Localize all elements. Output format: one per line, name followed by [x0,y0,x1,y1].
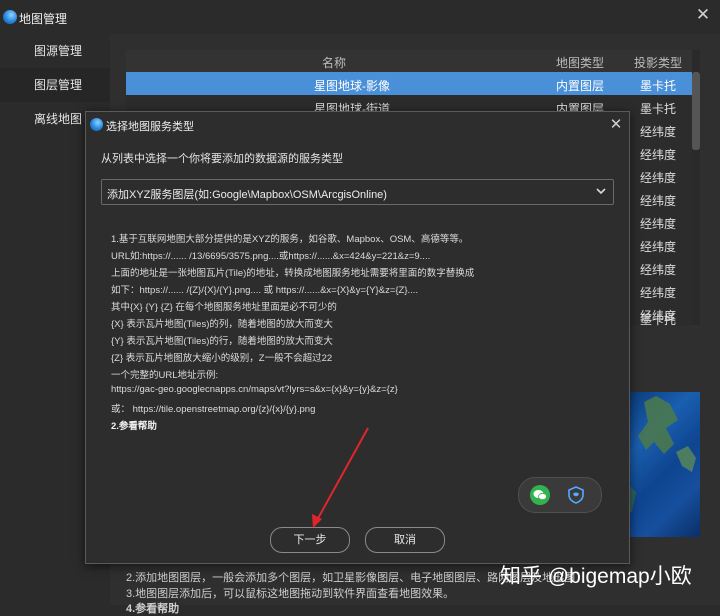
info-line: 一个完整的URL地址示例: [111,370,219,381]
cell-projection: 经纬度 [640,194,677,208]
cell-name: 星图地球-影像 [314,79,390,93]
sidebar-item-source-management[interactable]: 图源管理 [0,34,110,68]
table-row[interactable]: 星图地球-影像 内置图层 墨卡托 [126,72,692,95]
app-globe-icon [3,10,17,24]
cell-projection: 墨卡托 [640,79,677,93]
dialog-globe-icon [90,118,103,131]
table-scrollbar-thumb[interactable] [692,72,700,150]
map-preview-image [626,392,700,537]
dialog-close-button[interactable]: ✕ [607,116,625,134]
column-header-map-type[interactable]: 地图类型 [556,54,604,71]
watermark-text: 知乎 @bigemap小欧 [500,565,692,588]
cell-projection: 经纬度 [640,171,677,185]
cell-projection: 经纬度 [640,125,677,139]
cell-projection: 经纬度 [640,240,677,254]
cell-projection: 经纬度 [640,286,677,300]
help-heading: 2.参看帮助 [111,421,157,432]
dialog-title-bar[interactable]: 选择地图服务类型 ✕ [86,112,629,138]
sidebar-item-label: 图层管理 [34,78,83,92]
cell-projection: 墨卡托 [640,313,677,327]
cell-projection: 经纬度 [640,217,677,231]
service-type-dialog: 选择地图服务类型 ✕ 从列表中选择一个你将要添加的数据源的服务类型 添加XYZ服… [85,111,630,564]
cell-projection: 经纬度 [640,148,677,162]
sidebar-item-layer-management[interactable]: 图层管理 [0,68,110,102]
info-line: URL如:https://...... /13/6695/3575.png...… [111,251,431,262]
service-type-select[interactable]: 添加XYZ服务图层(如:Google\Mapbox\OSM\ArcgisOnli… [101,179,614,205]
info-line: {Z} 表示瓦片地图放大缩小的级别，Z一般不会超过22 [111,353,333,364]
info-line: {X} 表示瓦片地图(Tiles)的列，随着地图的放大而变大 [111,319,333,330]
sidebar-item-label: 图源管理 [34,44,83,58]
info-line: 1.基于互联网地图大部分提供的是XYZ的服务，如谷歌、Mapbox、OSM、高德… [111,234,469,245]
dialog-title: 选择地图服务类型 [106,121,194,133]
app-title: 地图管理 [19,12,68,26]
cell-map-type: 内置图层 [556,79,605,93]
sidebar-item-label: 离线地图 [34,112,83,126]
next-button[interactable]: 下一步 [270,527,350,553]
info-line: 如下：https://...... /{Z}/{X}/{Y}.png.... 或… [111,285,419,296]
shield-icon[interactable] [566,485,586,505]
column-header-name[interactable]: 名称 [322,54,346,71]
cancel-button[interactable]: 取消 [365,527,445,553]
wechat-icon[interactable] [530,485,550,505]
table-header: 名称 地图类型 投影类型 [126,50,692,72]
info-line: 或： https://tile.openstreetmap.org/{z}/{x… [111,404,316,415]
background-help-line: 4.参看帮助 [126,603,180,615]
chevron-down-icon [596,188,606,195]
column-header-projection[interactable]: 投影类型 [634,54,682,71]
floating-share-toolbar [518,477,602,513]
info-line: 其中{X} {Y} {Z} 在每个地图服务地址里面是必不可少的 [111,302,337,313]
cell-projection: 经纬度 [640,263,677,277]
info-line: 上面的地址是一张地图瓦片(Tile)的地址，转换成地图服务地址需要将里面的数字替… [111,268,475,279]
service-type-select-value: 添加XYZ服务图层(如:Google\Mapbox\OSM\ArcgisOnli… [107,189,387,201]
main-title-bar: 地图管理 ✕ [0,0,720,34]
info-line: {Y} 表示瓦片地图(Tiles)的行，随着地图的放大而变大 [111,336,333,347]
cell-projection: 墨卡托 [640,102,677,116]
background-help-line: 3.地图图层添加后，可以鼠标这地图拖动到软件界面查看地图效果。 [126,588,455,600]
map-landmass-graphic [626,396,696,512]
dialog-prompt: 从列表中选择一个你将要添加的数据源的服务类型 [101,153,343,165]
main-close-button[interactable]: ✕ [693,5,713,25]
info-line: https://gac-geo.googlecnapps.cn/maps/vt?… [111,384,398,395]
